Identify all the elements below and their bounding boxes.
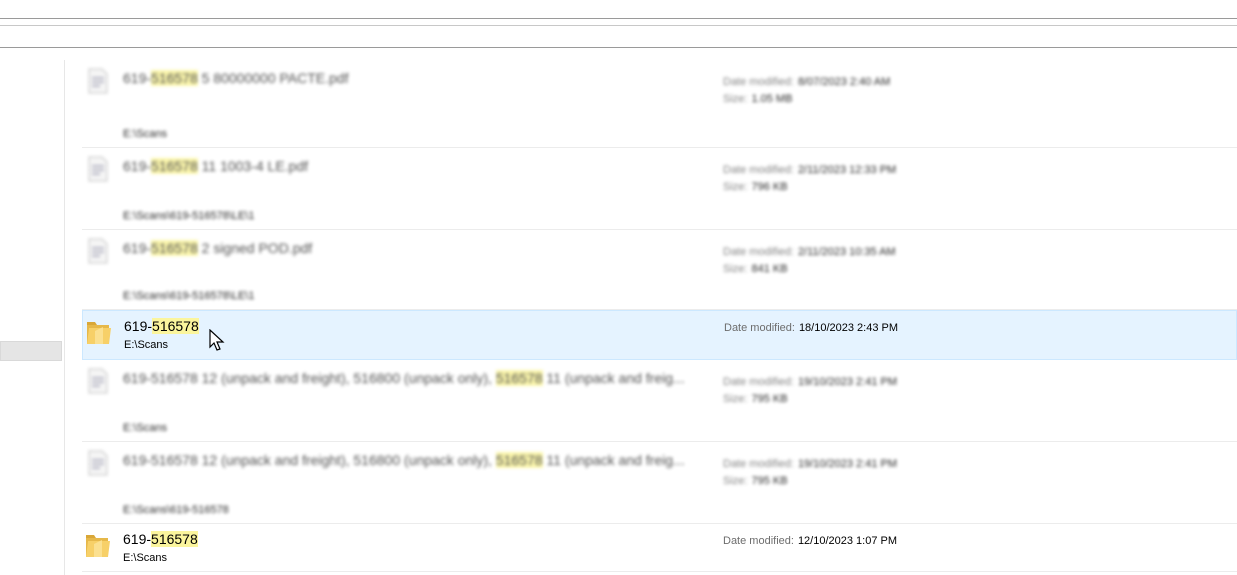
size-label: Size:	[723, 393, 748, 405]
search-match-highlight: 516578	[151, 240, 198, 256]
date-modified: Date modified: 12/10/2023 1:07 PM	[723, 535, 897, 547]
size-label: Size:	[723, 93, 748, 105]
date-modified-label: Date modified:	[723, 76, 794, 88]
name-prefix: 619-	[123, 240, 152, 256]
name-prefix: 619-	[123, 531, 152, 547]
name-suffix: 2 signed POD.pdf	[197, 240, 313, 256]
folder-result-row[interactable]: 619-516578 E:\Scans Date modified: 18/10/20…	[82, 310, 1237, 360]
date-modified-value: 2/11/2023 10:35 AM	[797, 246, 896, 258]
pdf-file-icon	[88, 68, 108, 94]
result-path: E:\Scans\619-516578\LE\1	[123, 210, 255, 222]
search-match-highlight: 516578	[152, 318, 199, 334]
result-path: E:\Scans	[124, 339, 169, 351]
file-result-row[interactable]: 619-516578 12 (unpack and freight), 5168…	[82, 442, 1237, 524]
folder-icon	[84, 530, 112, 560]
date-modified-label: Date modified:	[723, 246, 794, 258]
pdf-file-icon	[88, 238, 108, 264]
name-prefix: 619-	[123, 70, 152, 86]
date-modified-value: 18/10/2023 2:43 PM	[798, 322, 899, 334]
pdf-file-icon	[88, 156, 108, 182]
date-modified-label: Date modified:	[723, 376, 794, 388]
name-suffix: 11 (unpack and freig...	[542, 370, 685, 386]
size-value: 795 KB	[751, 475, 788, 487]
name-suffix: 11 (unpack and freig...	[542, 452, 685, 468]
file-size: Size: 1.05 MB	[723, 93, 792, 105]
name-prefix: 619-516578 12 (unpack and freight), 5168…	[123, 452, 496, 468]
row-separator	[82, 571, 1237, 572]
name-prefix: 619-	[123, 158, 152, 174]
result-name[interactable]: 619-516578 11 1003-4 LE.pdf	[123, 158, 308, 174]
result-path: E:\Scans\619-516578	[123, 504, 229, 516]
result-name[interactable]: 619-516578 12 (unpack and freight), 5168…	[123, 370, 685, 386]
name-suffix: 5 80000000 PACTE.pdf	[197, 70, 349, 86]
file-size: Size: 795 KB	[723, 475, 788, 487]
pdf-file-icon	[88, 450, 108, 476]
date-modified-value: 12/10/2023 1:07 PM	[797, 535, 898, 547]
date-modified-value: 8/07/2023 2:40 AM	[797, 76, 891, 88]
result-name[interactable]: 619-516578 12 (unpack and freight), 5168…	[123, 452, 685, 468]
size-label: Size:	[723, 263, 748, 275]
date-modified-label: Date modified:	[723, 458, 794, 470]
search-results-list[interactable]: 619-516578 5 80000000 PACTE.pdf E:\Scans D…	[82, 60, 1237, 575]
date-modified-value: 2/11/2023 12:33 PM	[797, 164, 897, 176]
date-modified-label: Date modified:	[723, 164, 794, 176]
result-name[interactable]: 619-516578 5 80000000 PACTE.pdf	[123, 70, 348, 86]
size-value: 1.05 MB	[751, 93, 793, 105]
file-result-row[interactable]: 619-516578 5 80000000 PACTE.pdf E:\Scans D…	[82, 60, 1237, 148]
size-label: Size:	[723, 181, 748, 193]
date-modified-value: 19/10/2023 2:41 PM	[797, 458, 898, 470]
result-name[interactable]: 619-516578	[123, 531, 198, 547]
result-path: E:\Scans\619-516578\LE\1	[123, 290, 255, 302]
search-match-highlight: 516578	[151, 70, 198, 86]
search-match-highlight: 516578	[495, 452, 543, 468]
file-size: Size: 796 KB	[723, 181, 788, 193]
result-name[interactable]: 619-516578	[124, 318, 199, 334]
size-label: Size:	[723, 475, 748, 487]
toolbar-divider	[0, 18, 1237, 19]
date-modified: Date modified: 8/07/2023 2:40 AM	[723, 76, 890, 88]
date-modified-label: Date modified:	[724, 322, 795, 334]
size-value: 796 KB	[751, 181, 788, 193]
folder-icon	[85, 317, 113, 347]
result-path: E:\Scans	[123, 422, 168, 434]
date-modified: Date modified: 18/10/2023 2:43 PM	[724, 322, 898, 334]
address-bar-bottom-border	[0, 47, 1237, 48]
date-modified: Date modified: 19/10/2023 2:41 PM	[723, 376, 897, 388]
mouse-cursor-icon	[209, 329, 225, 351]
date-modified-label: Date modified:	[723, 535, 794, 547]
file-size: Size: 795 KB	[723, 393, 788, 405]
file-size: Size: 841 KB	[723, 263, 788, 275]
pdf-file-icon	[88, 368, 108, 394]
search-match-highlight: 516578	[151, 158, 198, 174]
date-modified: Date modified: 2/11/2023 10:35 AM	[723, 246, 896, 258]
result-name[interactable]: 619-516578 2 signed POD.pdf	[123, 240, 312, 256]
date-modified-value: 19/10/2023 2:41 PM	[797, 376, 898, 388]
date-modified: Date modified: 19/10/2023 2:41 PM	[723, 458, 897, 470]
size-value: 841 KB	[751, 263, 788, 275]
date-modified: Date modified: 2/11/2023 12:33 PM	[723, 164, 896, 176]
search-match-highlight: 516578	[151, 531, 198, 547]
address-bar-top-border	[0, 25, 1237, 26]
file-result-row[interactable]: 619-516578 2 signed POD.pdf E:\Scans\619-…	[82, 230, 1237, 310]
size-value: 795 KB	[751, 393, 788, 405]
result-path: E:\Scans	[123, 128, 168, 140]
explorer-toolbar	[0, 0, 1237, 60]
file-result-row[interactable]: 619-516578 11 1003-4 LE.pdf E:\Scans\619-…	[82, 148, 1237, 230]
navigation-pane[interactable]	[0, 60, 65, 575]
nav-selected-item[interactable]	[0, 341, 62, 361]
file-result-row[interactable]: 619-516578 12 (unpack and freight), 5168…	[82, 360, 1237, 442]
name-prefix: 619-516578 12 (unpack and freight), 5168…	[123, 370, 496, 386]
name-suffix: 11 1003-4 LE.pdf	[197, 158, 309, 174]
search-match-highlight: 516578	[495, 370, 543, 386]
result-path: E:\Scans	[123, 552, 168, 564]
folder-result-row[interactable]: 619-516578 E:\Scans Date modified: 12/10/20…	[82, 524, 1237, 572]
name-prefix: 619-	[124, 318, 153, 334]
